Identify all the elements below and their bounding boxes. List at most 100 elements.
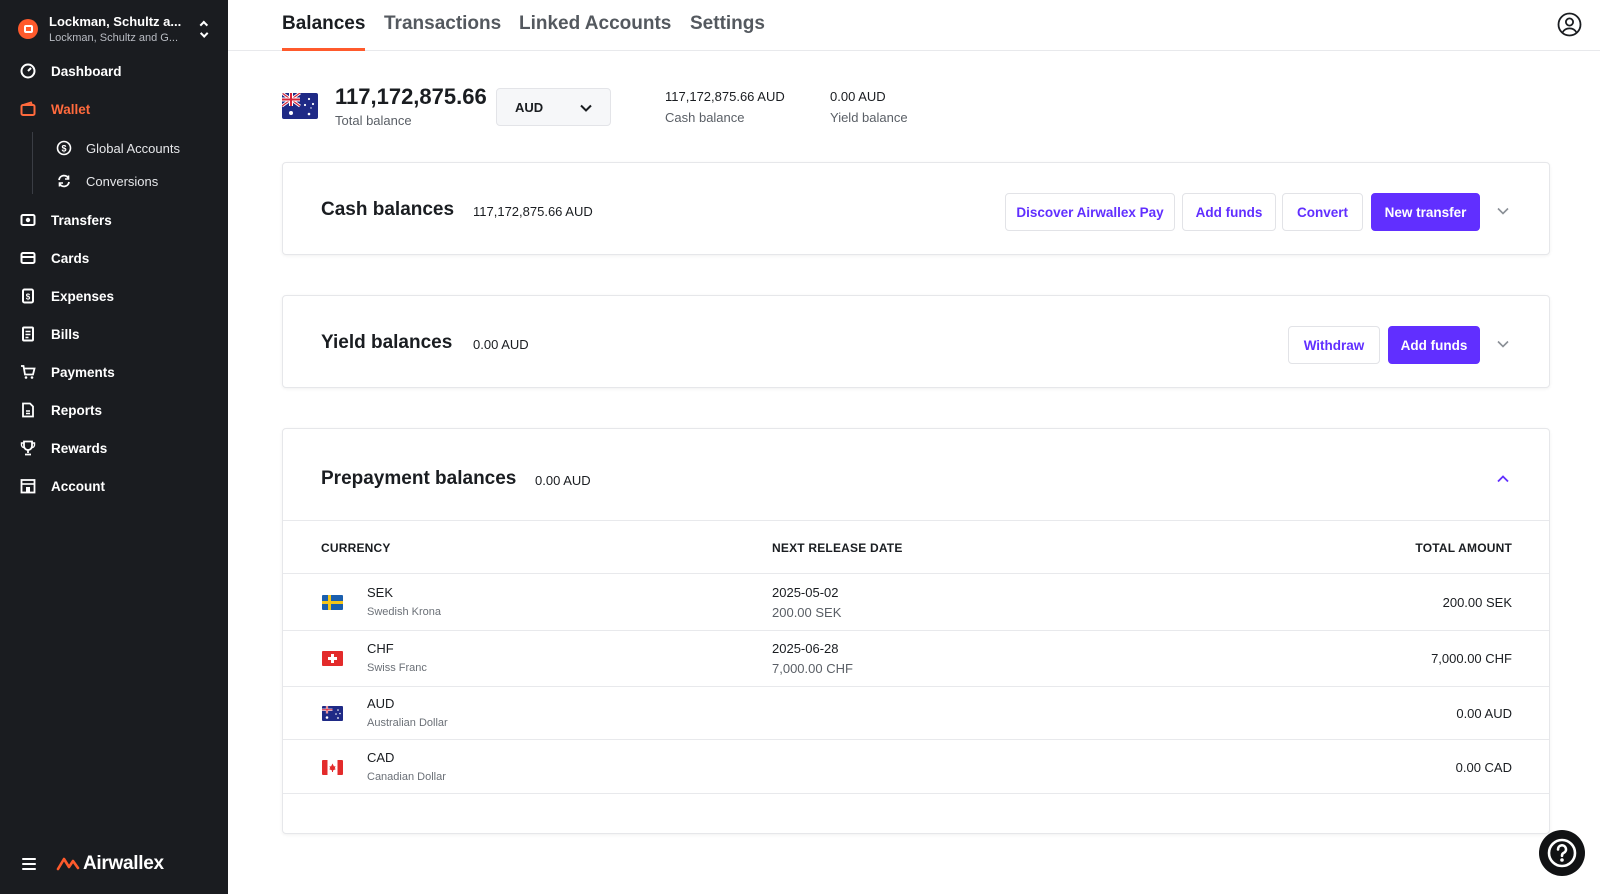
airwallex-logo: Airwallex bbox=[56, 853, 164, 875]
next-release-amount: 7,000.00 CHF bbox=[772, 661, 853, 676]
table-divider bbox=[283, 739, 1549, 740]
sidebar-item-dashboard[interactable]: Dashboard bbox=[18, 59, 122, 83]
dollar-circle-icon: $ bbox=[55, 139, 73, 157]
report-icon bbox=[18, 400, 38, 420]
wallet-icon bbox=[18, 99, 38, 119]
tab-settings[interactable]: Settings bbox=[690, 13, 765, 51]
trophy-icon bbox=[18, 438, 38, 458]
table-divider bbox=[283, 520, 1549, 521]
canada-flag-icon bbox=[322, 760, 343, 775]
switzerland-flag-icon bbox=[322, 651, 343, 666]
cash-balances-card: Cash balances 117,172,875.66 AUD Discove… bbox=[282, 162, 1550, 255]
currency-code: CHF bbox=[367, 641, 394, 656]
sweden-flag-icon bbox=[322, 595, 343, 610]
total-amount: 7,000.00 CHF bbox=[1431, 651, 1512, 666]
card-icon bbox=[18, 248, 38, 268]
org-logo-icon bbox=[18, 19, 38, 39]
sidebar-item-label: Payments bbox=[51, 364, 115, 380]
sidebar: Lockman, Schultz a... Lockman, Schultz a… bbox=[0, 0, 228, 894]
sidebar-item-label: Wallet bbox=[51, 101, 91, 117]
chevron-down-icon[interactable] bbox=[1495, 336, 1511, 352]
table-divider bbox=[283, 573, 1549, 574]
chevron-down-icon bbox=[580, 100, 592, 115]
sidebar-item-expenses[interactable]: $ Expenses bbox=[18, 284, 114, 308]
sidebar-item-label: Bills bbox=[51, 326, 80, 342]
column-header-currency: CURRENCY bbox=[321, 541, 391, 555]
sidebar-item-label: Transfers bbox=[51, 212, 112, 228]
currency-code: SEK bbox=[367, 585, 394, 600]
currency-name: Swedish Krona bbox=[367, 606, 441, 618]
transfers-icon bbox=[18, 210, 38, 230]
sidebar-item-reports[interactable]: Reports bbox=[18, 398, 102, 422]
cash-balances-amount: 117,172,875.66 AUD bbox=[473, 204, 593, 219]
total-balance-value: 117,172,875.66 bbox=[335, 84, 487, 109]
sidebar-item-global-accounts[interactable]: $ Global Accounts bbox=[55, 137, 180, 159]
building-icon bbox=[18, 476, 38, 496]
table-divider bbox=[283, 793, 1549, 794]
tab-balances[interactable]: Balances bbox=[282, 13, 366, 51]
cash-balance-value: 117,172,875.66 AUD bbox=[665, 89, 785, 104]
yield-balances-title: Yield balances bbox=[321, 332, 453, 353]
currency-name: Swiss Franc bbox=[367, 662, 427, 674]
australia-flag-icon bbox=[322, 706, 343, 721]
sidebar-item-label: Conversions bbox=[86, 173, 159, 189]
org-name: Lockman, Schultz a... bbox=[49, 13, 182, 29]
chevron-up-down-icon[interactable] bbox=[197, 19, 211, 39]
sidebar-item-label: Expenses bbox=[51, 288, 115, 304]
org-switcher[interactable]: Lockman, Schultz a... Lockman, Schultz a… bbox=[18, 13, 214, 45]
sidebar-item-payments[interactable]: Payments bbox=[18, 360, 115, 384]
sidebar-item-rewards[interactable]: Rewards bbox=[18, 436, 107, 460]
sidebar-item-transfers[interactable]: Transfers bbox=[18, 208, 112, 232]
total-amount: 200.00 SEK bbox=[1442, 595, 1512, 610]
expenses-icon: $ bbox=[18, 286, 38, 306]
bills-icon bbox=[18, 324, 38, 344]
prepayment-balances-amount: 0.00 AUD bbox=[535, 473, 591, 488]
sidebar-item-label: Rewards bbox=[51, 440, 108, 456]
currency-code: AUD bbox=[367, 696, 395, 711]
total-balance-label: Total balance bbox=[335, 113, 412, 128]
yield-balance-label: Yield balance bbox=[830, 110, 908, 125]
yield-add-funds-button[interactable]: Add funds bbox=[1388, 326, 1480, 364]
currency-name: Australian Dollar bbox=[367, 717, 448, 729]
svg-text:$: $ bbox=[26, 293, 31, 302]
currency-select-value: AUD bbox=[515, 99, 544, 115]
yield-balances-card: Yield balances 0.00 AUD Withdraw Add fun… bbox=[282, 295, 1550, 388]
sidebar-item-cards[interactable]: Cards bbox=[18, 246, 89, 270]
dashboard-icon bbox=[18, 61, 38, 81]
discover-airwallex-pay-button[interactable]: Discover Airwallex Pay bbox=[1005, 193, 1175, 231]
chevron-up-icon[interactable] bbox=[1495, 471, 1511, 487]
total-amount: 0.00 AUD bbox=[1456, 706, 1512, 721]
profile-icon[interactable] bbox=[1557, 12, 1582, 37]
prepayment-balances-card: Prepayment balances 0.00 AUD bbox=[282, 428, 1550, 834]
add-funds-button[interactable]: Add funds bbox=[1182, 193, 1276, 231]
chevron-down-icon[interactable] bbox=[1495, 203, 1511, 219]
sidebar-item-conversions[interactable]: Conversions bbox=[55, 170, 158, 192]
currency-code: CAD bbox=[367, 750, 395, 765]
svg-text:$: $ bbox=[61, 144, 66, 154]
org-subtitle: Lockman, Schultz and G... bbox=[49, 31, 179, 44]
currency-name: Canadian Dollar bbox=[367, 771, 446, 783]
column-header-total-amount: TOTAL AMOUNT bbox=[1415, 541, 1512, 555]
sidebar-item-bills[interactable]: Bills bbox=[18, 322, 80, 346]
sidebar-item-wallet[interactable]: Wallet bbox=[18, 97, 90, 121]
sidebar-item-label: Dashboard bbox=[51, 63, 122, 79]
next-release-date: 2025-06-28 bbox=[772, 641, 839, 656]
sidebar-item-label: Account bbox=[51, 478, 105, 494]
convert-button[interactable]: Convert bbox=[1282, 193, 1363, 231]
tab-linked-accounts[interactable]: Linked Accounts bbox=[519, 13, 671, 51]
australia-flag-icon bbox=[282, 93, 318, 119]
yield-balances-amount: 0.00 AUD bbox=[473, 337, 529, 352]
refresh-icon bbox=[55, 172, 73, 190]
submenu-divider bbox=[32, 132, 33, 194]
tab-transactions[interactable]: Transactions bbox=[384, 13, 501, 51]
currency-select[interactable]: AUD bbox=[496, 88, 611, 126]
withdraw-button[interactable]: Withdraw bbox=[1288, 326, 1380, 364]
next-release-amount: 200.00 SEK bbox=[772, 605, 842, 620]
question-icon bbox=[1547, 838, 1577, 868]
sidebar-item-account[interactable]: Account bbox=[18, 474, 105, 498]
help-button[interactable] bbox=[1539, 830, 1585, 876]
table-divider bbox=[283, 630, 1549, 631]
next-release-date: 2025-05-02 bbox=[772, 585, 839, 600]
menu-icon[interactable] bbox=[22, 858, 36, 870]
new-transfer-button[interactable]: New transfer bbox=[1371, 193, 1480, 231]
